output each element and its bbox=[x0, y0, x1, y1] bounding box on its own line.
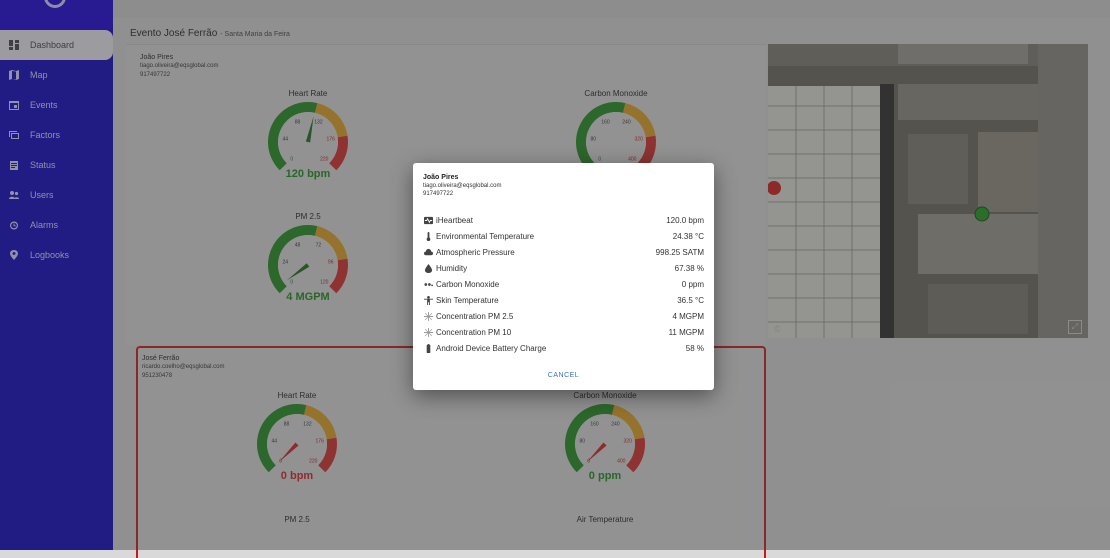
metric-row-pm25: Concentration PM 2.5 4 MGPM bbox=[423, 308, 704, 324]
metric-label: Concentration PM 10 bbox=[436, 327, 512, 337]
metric-value: 4 MGPM bbox=[672, 311, 704, 321]
metric-label: iHeartbeat bbox=[436, 215, 473, 225]
metric-row-pm10: Concentration PM 10 11 MGPM bbox=[423, 324, 704, 340]
metric-row-env-temp: Environmental Temperature 24.38 °C bbox=[423, 228, 704, 244]
particles-icon bbox=[423, 327, 433, 337]
metric-label: Skin Temperature bbox=[436, 295, 499, 305]
metric-value: 24.38 °C bbox=[672, 231, 704, 241]
metric-label: Humidity bbox=[436, 263, 468, 273]
metrics-list: iHeartbeat 120.0 bpm Environmental Tempe… bbox=[423, 212, 704, 356]
co-icon bbox=[423, 279, 433, 289]
dialog-person-phone: 917497722 bbox=[423, 191, 454, 197]
metric-value: 36.5 °C bbox=[677, 295, 704, 305]
humidity-icon bbox=[423, 263, 433, 273]
thermometer-icon bbox=[423, 231, 433, 241]
metric-value: 11 MGPM bbox=[668, 327, 704, 337]
cancel-button[interactable]: CANCEL bbox=[413, 372, 714, 379]
heartbeat-icon bbox=[423, 215, 433, 225]
metric-value: 67.38 % bbox=[674, 263, 704, 273]
metric-row-pressure: Atmospheric Pressure 998.25 SATM bbox=[423, 244, 704, 260]
metric-row-carbon-monoxide: Carbon Monoxide 0 ppm bbox=[423, 276, 704, 292]
dialog-header: João Pires tiago.oliveira@eqsglobal.com … bbox=[423, 174, 501, 198]
dialog-person-email: tiago.oliveira@eqsglobal.com bbox=[423, 183, 502, 189]
metric-value: 998.25 SATM bbox=[655, 247, 704, 257]
metric-label: Environmental Temperature bbox=[436, 231, 535, 241]
particles-icon bbox=[423, 311, 433, 321]
person-icon bbox=[423, 295, 433, 305]
metric-label: Atmospheric Pressure bbox=[436, 247, 515, 257]
metric-label: Concentration PM 2.5 bbox=[436, 311, 514, 321]
metric-row-heartbeat: iHeartbeat 120.0 bpm bbox=[423, 212, 704, 228]
sensor-details-dialog: João Pires tiago.oliveira@eqsglobal.com … bbox=[413, 163, 714, 390]
battery-icon bbox=[423, 343, 433, 353]
metric-row-skin-temp: Skin Temperature 36.5 °C bbox=[423, 292, 704, 308]
cloud-icon bbox=[423, 247, 433, 257]
metric-value: 0 ppm bbox=[681, 279, 704, 289]
dialog-person-name: João Pires bbox=[423, 174, 459, 181]
metric-value: 58 % bbox=[685, 343, 704, 353]
metric-label: Android Device Battery Charge bbox=[436, 343, 547, 353]
metric-label: Carbon Monoxide bbox=[436, 279, 500, 289]
metric-value: 120.0 bpm bbox=[666, 215, 704, 225]
metric-row-battery: Android Device Battery Charge 58 % bbox=[423, 340, 704, 356]
metric-row-humidity: Humidity 67.38 % bbox=[423, 260, 704, 276]
